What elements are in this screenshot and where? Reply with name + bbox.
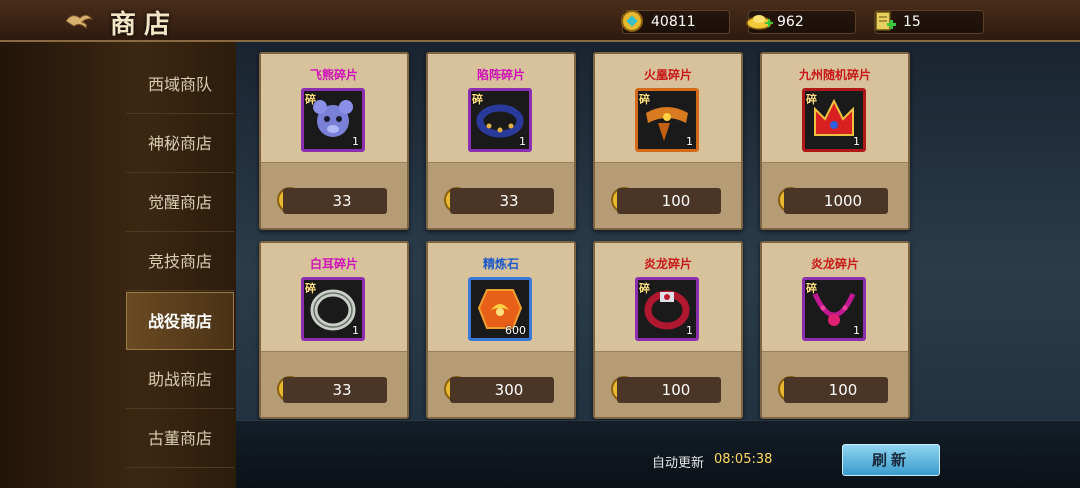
fragment-mark: 碎 xyxy=(639,93,650,106)
item-price[interactable]: 100 xyxy=(617,188,721,214)
tab-western-caravan[interactable]: 西域商队 xyxy=(126,56,234,114)
refresh-button[interactable]: 刷新 xyxy=(842,444,940,476)
item-icon-frame[interactable]: 碎1 xyxy=(635,277,699,341)
item-quantity: 1 xyxy=(853,135,860,148)
shop-item-card[interactable]: 火凰碎片碎 1 100 xyxy=(593,52,743,230)
tab-campaign-shop[interactable]: 战役商店 xyxy=(126,292,234,350)
stamina-scroll-icon[interactable] xyxy=(871,8,899,34)
tab-mystery-shop[interactable]: 神秘商店 xyxy=(126,115,234,173)
gold-value: 40811 xyxy=(651,14,696,30)
item-quantity: 1 xyxy=(352,324,359,337)
shop-item-card[interactable]: 炎龙碎片碎 1 100 xyxy=(760,241,910,419)
item-name: 炎龙碎片 xyxy=(810,257,859,271)
shop-item-card[interactable]: 飞熊碎片碎 1 33 xyxy=(259,52,409,230)
back-cloud-icon[interactable] xyxy=(62,10,96,32)
item-price[interactable]: 33 xyxy=(450,188,554,214)
item-name: 飞熊碎片 xyxy=(309,68,358,82)
item-price[interactable]: 1000 xyxy=(784,188,888,214)
shop-item-card[interactable]: 精炼石 600 300 xyxy=(426,241,576,419)
item-price[interactable]: 33 xyxy=(283,188,387,214)
item-icon-frame[interactable]: 碎1 xyxy=(301,277,365,341)
item-price[interactable]: 300 xyxy=(450,377,554,403)
item-quantity: 1 xyxy=(853,324,860,337)
item-quantity: 600 xyxy=(505,324,526,337)
item-name: 火凰碎片 xyxy=(643,68,692,82)
fragment-mark: 碎 xyxy=(806,282,817,295)
item-name: 炎龙碎片 xyxy=(643,257,692,271)
gold-coin-icon xyxy=(621,10,643,32)
shop-item-card[interactable]: 炎龙碎片碎 1 100 xyxy=(593,241,743,419)
shop-item-card[interactable]: 白耳碎片碎 1 33 xyxy=(259,241,409,419)
shop-item-card[interactable]: 九州随机碎片碎 1 1000 xyxy=(760,52,910,230)
fragment-mark: 碎 xyxy=(305,93,316,106)
stamina-counter: 15 xyxy=(874,10,984,34)
tab-antique-shop[interactable]: 古董商店 xyxy=(126,410,234,468)
item-name: 九州随机碎片 xyxy=(798,68,871,82)
top-bar: 商店 40811 962 15 xyxy=(0,0,1080,42)
shop-item-card[interactable]: 陷阵碎片碎 1 33 xyxy=(426,52,576,230)
page-title: 商店 xyxy=(110,10,179,40)
fragment-mark: 碎 xyxy=(806,93,817,106)
ingot-counter: 962 xyxy=(745,8,856,34)
item-name: 精炼石 xyxy=(482,257,519,271)
ingot-icon[interactable] xyxy=(745,8,775,34)
auto-refresh-label: 自动更新 xyxy=(652,456,705,471)
tab-awakening-shop[interactable]: 觉醒商店 xyxy=(126,174,234,232)
item-price[interactable]: 100 xyxy=(617,377,721,403)
item-price[interactable]: 100 xyxy=(784,377,888,403)
item-name: 陷阵碎片 xyxy=(476,68,525,82)
item-icon-frame[interactable]: 碎1 xyxy=(301,88,365,152)
gold-counter: 40811 xyxy=(621,10,730,34)
fragment-mark: 碎 xyxy=(639,282,650,295)
item-quantity: 1 xyxy=(519,135,526,148)
item-price[interactable]: 33 xyxy=(283,377,387,403)
item-icon-frame[interactable]: 碎1 xyxy=(802,88,866,152)
stamina-value: 15 xyxy=(903,14,921,30)
item-icon-frame[interactable]: 碎1 xyxy=(802,277,866,341)
tab-support-shop[interactable]: 助战商店 xyxy=(126,351,234,409)
item-name: 白耳碎片 xyxy=(309,257,358,271)
item-quantity: 1 xyxy=(686,324,693,337)
item-icon-frame[interactable]: 600 xyxy=(468,277,532,341)
item-icon-frame[interactable]: 碎1 xyxy=(635,88,699,152)
fragment-mark: 碎 xyxy=(305,282,316,295)
item-quantity: 1 xyxy=(686,135,693,148)
refresh-timer: 08:05:38 xyxy=(714,452,773,467)
item-quantity: 1 xyxy=(352,135,359,148)
ingot-value: 962 xyxy=(777,14,804,30)
tab-arena-shop[interactable]: 竞技商店 xyxy=(126,233,234,291)
item-icon-frame[interactable]: 碎1 xyxy=(468,88,532,152)
fragment-mark: 碎 xyxy=(472,93,483,106)
